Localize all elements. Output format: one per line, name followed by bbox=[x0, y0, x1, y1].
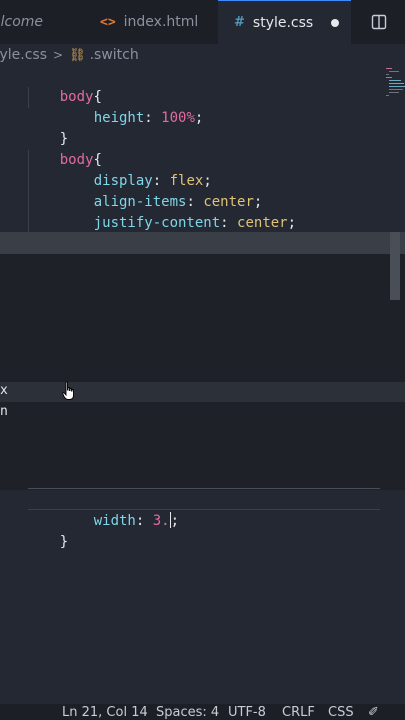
tab-welcome[interactable]: elcome bbox=[0, 0, 82, 44]
hand-pointer-icon bbox=[62, 381, 74, 400]
code-line: height: 100%; bbox=[93, 110, 204, 126]
breadcrumb-symbol[interactable]: .switch bbox=[90, 47, 139, 63]
status-indentation[interactable]: Spaces: 4 bbox=[156, 704, 219, 720]
code-line: width: 3.; bbox=[93, 512, 180, 529]
status-cursor-position[interactable]: Ln 21, Col 14 bbox=[62, 704, 148, 720]
split-editor-button[interactable] bbox=[365, 10, 393, 34]
css-file-icon: # bbox=[234, 15, 245, 30]
code-line: body{ bbox=[59, 152, 102, 168]
breadcrumb: tyle.css > ⛓ .switch bbox=[0, 44, 405, 66]
code-line: justify-content: center; bbox=[93, 215, 297, 231]
suggest-item-selected[interactable]: x bbox=[0, 382, 405, 402]
breadcrumb-file[interactable]: tyle.css bbox=[0, 47, 47, 63]
suggest-item-text: x bbox=[0, 383, 8, 398]
status-eol[interactable]: CRLF bbox=[282, 704, 315, 720]
suggest-scrollbar[interactable] bbox=[390, 232, 400, 300]
code-line: align-items: center; bbox=[93, 194, 263, 210]
suggest-header bbox=[0, 232, 405, 254]
tab-bar: elcome <> index.html # style.css bbox=[0, 0, 405, 44]
suggest-item-text: n bbox=[0, 404, 8, 419]
feedback-icon[interactable]: ✐ bbox=[368, 704, 379, 720]
tab-index-html[interactable]: <> index.html bbox=[90, 0, 218, 44]
divider bbox=[28, 488, 380, 489]
status-encoding[interactable]: UTF-8 bbox=[228, 704, 266, 720]
tab-style-css[interactable]: # style.css bbox=[218, 0, 351, 44]
symbol-class-icon: ⛓ bbox=[69, 47, 86, 63]
unsaved-dot-icon[interactable] bbox=[331, 19, 339, 27]
tab-label: style.css bbox=[252, 14, 314, 31]
html-file-icon: <> bbox=[100, 14, 116, 30]
chevron-right-icon: > bbox=[53, 48, 64, 62]
code-line: body{ bbox=[59, 89, 102, 105]
tab-label: index.html bbox=[123, 14, 199, 30]
status-bar: Ln 21, Col 14 Spaces: 4 UTF-8 CRLF CSS ✐ bbox=[0, 704, 405, 720]
code-line: } bbox=[59, 131, 69, 147]
code-line: } bbox=[59, 534, 69, 550]
code-line: display: flex; bbox=[93, 173, 212, 189]
tab-label: elcome bbox=[0, 14, 44, 30]
split-editor-icon bbox=[371, 14, 387, 30]
line-highlight bbox=[28, 509, 380, 510]
status-language[interactable]: CSS bbox=[328, 704, 354, 720]
suggest-widget[interactable]: x n bbox=[0, 232, 405, 490]
